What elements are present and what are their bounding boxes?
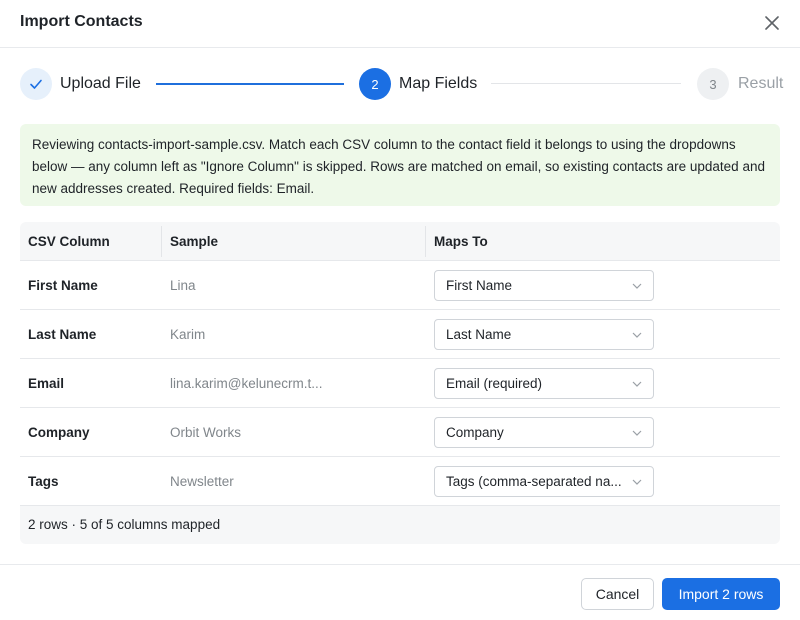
header-divider <box>161 226 162 257</box>
table-header: CSV Column Sample Maps To <box>20 222 780 261</box>
import-button[interactable]: Import 2 rows <box>662 578 780 610</box>
table-summary-bar: 2 rows · 5 of 5 columns mapped <box>20 506 780 544</box>
csv-column-name: First Name <box>28 278 98 293</box>
close-icon <box>765 16 779 30</box>
step-map-label: Map Fields <box>399 75 478 92</box>
import-stepper: Upload File 2 Map Fields 3 Result <box>0 66 800 102</box>
csv-column-name: Company <box>28 425 90 440</box>
chevron-down-icon <box>632 430 642 436</box>
table-row: Last Name Karim Last Name <box>20 310 780 359</box>
table-row: Company Orbit Works Company <box>20 408 780 457</box>
maps-to-value: Tags (comma-separated na... <box>446 474 622 489</box>
sample-value: Karim <box>170 327 206 342</box>
chevron-down-icon <box>632 479 642 485</box>
table-row: First Name Lina First Name <box>20 261 780 310</box>
header-sample: Sample <box>170 234 219 249</box>
field-mapping-table: CSV Column Sample Maps To First Name Lin… <box>20 222 780 544</box>
dialog-footer: Cancel Import 2 rows <box>0 564 800 620</box>
dialog-header: Import Contacts <box>0 0 800 48</box>
header-divider <box>425 226 426 257</box>
cancel-button[interactable]: Cancel <box>581 578 654 610</box>
mapping-summary: 2 rows · 5 of 5 columns mapped <box>28 517 221 532</box>
maps-to-select[interactable]: Tags (comma-separated na... <box>434 466 654 497</box>
chevron-down-icon <box>632 381 642 387</box>
step-connector-completed <box>156 83 344 85</box>
sample-value: Lina <box>170 278 196 293</box>
maps-to-select[interactable]: Company <box>434 417 654 448</box>
csv-column-name: Email <box>28 376 65 391</box>
header-csv-column: CSV Column <box>28 234 110 249</box>
maps-to-value: Company <box>446 425 504 440</box>
import-contacts-dialog: Import Contacts Upload File 2 Map Fields… <box>0 0 800 620</box>
dialog-title: Import Contacts <box>20 13 143 30</box>
check-icon <box>30 79 42 89</box>
step-result-label: Result <box>738 75 784 92</box>
sample-value: Orbit Works <box>170 425 242 440</box>
maps-to-select[interactable]: Last Name <box>434 319 654 350</box>
maps-to-select[interactable]: First Name <box>434 270 654 301</box>
sample-value: lina.karim@kelunecrm.t... <box>170 376 323 391</box>
header-maps-to: Maps To <box>434 234 488 249</box>
step-connector-pending <box>491 83 681 84</box>
mapping-info-note: Reviewing contacts-import-sample.csv. Ma… <box>20 124 780 206</box>
step-upload-label: Upload File <box>60 75 141 92</box>
table-row: Email lina.karim@kelunecrm.t... Email (r… <box>20 359 780 408</box>
chevron-down-icon <box>632 283 642 289</box>
step-map-indicator: 2 <box>359 68 391 100</box>
step-result-indicator: 3 <box>697 68 729 100</box>
chevron-down-icon <box>632 332 642 338</box>
maps-to-value: First Name <box>446 278 513 293</box>
maps-to-select[interactable]: Email (required) <box>434 368 654 399</box>
csv-column-name: Last Name <box>28 327 97 342</box>
table-row: Tags Newsletter Tags (comma-separated na… <box>20 457 780 506</box>
maps-to-value: Email (required) <box>446 376 543 391</box>
maps-to-value: Last Name <box>446 327 512 342</box>
close-button[interactable] <box>760 11 784 35</box>
sample-value: Newsletter <box>170 474 234 489</box>
step-upload-indicator <box>20 68 52 100</box>
csv-column-name: Tags <box>28 474 59 489</box>
